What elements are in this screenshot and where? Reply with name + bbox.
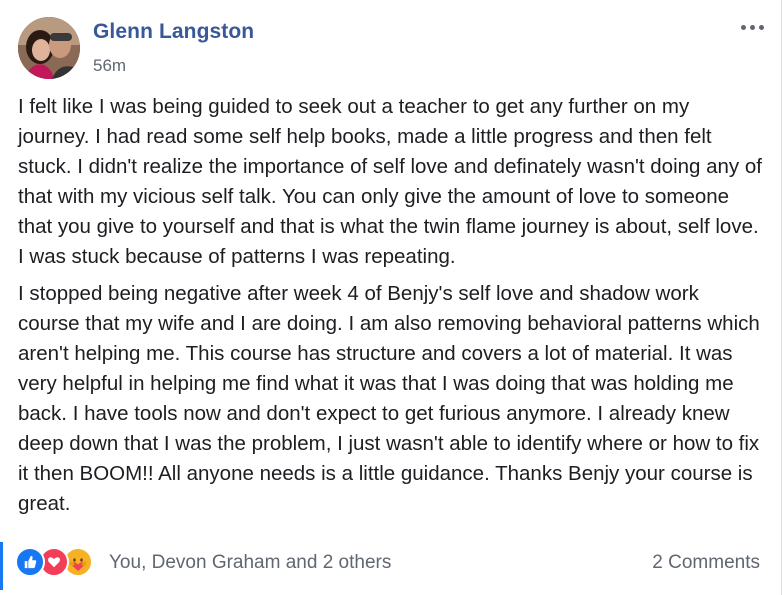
post-body: I felt like I was being guided to seek o…: [18, 92, 766, 526]
author-avatar[interactable]: [18, 17, 80, 79]
like-icon: [15, 547, 45, 577]
facebook-post: Glenn Langston 56m I felt like I was bei…: [0, 0, 782, 595]
focus-indicator: [0, 542, 3, 590]
dot: [740, 24, 746, 30]
reactors-text[interactable]: You, Devon Graham and 2 others: [109, 552, 391, 574]
avatar-photo: [18, 17, 80, 79]
comments-link[interactable]: 2 Comments: [652, 552, 760, 574]
more-options-icon[interactable]: [738, 20, 766, 34]
dot: [749, 24, 755, 30]
dot: [758, 24, 764, 30]
author-name[interactable]: Glenn Langston: [93, 20, 254, 44]
reaction-icons[interactable]: [15, 546, 93, 578]
post-paragraph: I stopped being negative after week 4 of…: [18, 282, 760, 515]
post-paragraph: I felt like I was being guided to seek o…: [18, 95, 762, 268]
post-timestamp[interactable]: 56m: [93, 56, 126, 76]
